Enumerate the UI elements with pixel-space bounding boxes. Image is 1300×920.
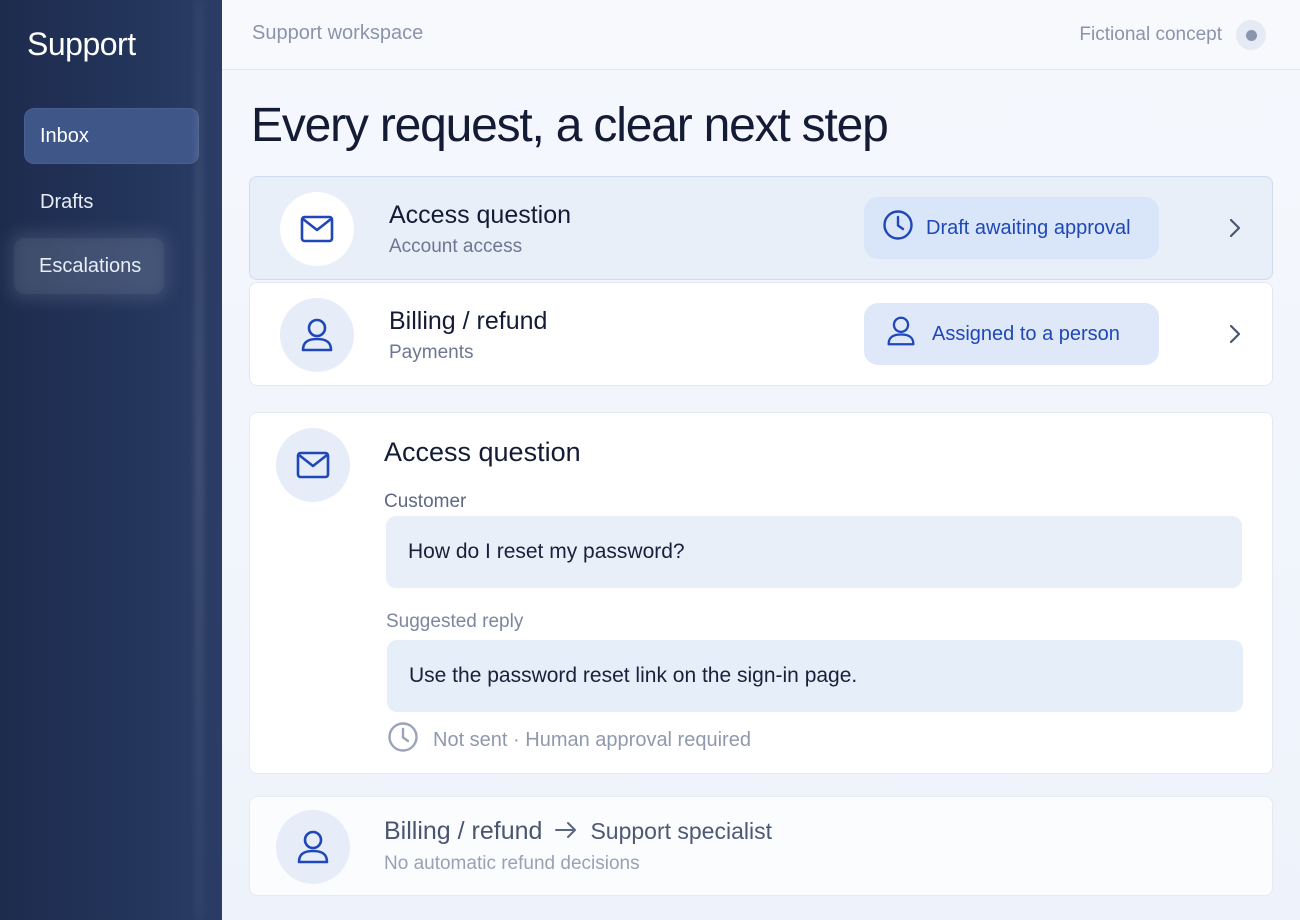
main-content: Support workspace Fictional concept Ever…	[222, 0, 1300, 920]
suggested-reply-label: Suggested reply	[386, 611, 524, 632]
status-dot-icon	[1236, 20, 1266, 50]
sidebar: Support Inbox Drafts Escalations	[0, 0, 222, 920]
status-badge: Draft awaiting approval	[864, 197, 1159, 259]
sidebar-item-escalations[interactable]: Escalations	[14, 238, 164, 294]
chevron-right-icon[interactable]	[1222, 321, 1248, 347]
arrow-right-icon	[554, 817, 578, 846]
request-category: Payments	[389, 342, 474, 363]
workspace-label: Support workspace	[252, 22, 424, 44]
customer-message: How do I reset my password?	[386, 516, 1242, 588]
handoff-route: Billing / refund Support specialist	[384, 817, 772, 846]
clock-icon	[882, 209, 914, 247]
clock-icon	[387, 721, 419, 759]
customer-label: Customer	[384, 491, 467, 512]
status-badge-label: Assigned to a person	[932, 322, 1120, 345]
brand-title: Support	[27, 26, 136, 62]
handoff-card[interactable]: Billing / refund Support specialist No a…	[249, 796, 1273, 896]
sidebar-item-drafts[interactable]: Drafts	[24, 174, 199, 230]
handoff-from: Billing / refund	[384, 817, 543, 845]
page-title: Every request, a clear next step	[251, 99, 889, 152]
mail-icon	[276, 428, 350, 502]
request-detail-card: Access question Customer How do I reset …	[249, 412, 1273, 774]
sidebar-item-inbox[interactable]: Inbox	[24, 108, 199, 164]
status-badge: Assigned to a person	[864, 303, 1159, 365]
request-title: Access question	[389, 201, 572, 229]
mail-icon	[280, 192, 354, 266]
handoff-to: Support specialist	[590, 818, 772, 844]
status-badge-label: Draft awaiting approval	[926, 216, 1131, 239]
request-title: Billing / refund	[389, 307, 548, 335]
send-status-label: Not sent · Human approval required	[433, 728, 751, 751]
detail-title: Access question	[384, 437, 581, 467]
person-icon	[886, 315, 916, 353]
request-category: Account access	[389, 236, 523, 257]
request-row-access-question[interactable]: Access question Account access Draft awa…	[249, 176, 1273, 280]
person-icon	[276, 810, 350, 884]
chevron-right-icon[interactable]	[1222, 215, 1248, 241]
send-status: Not sent · Human approval required	[387, 721, 751, 759]
concept-label: Fictional concept	[1079, 24, 1222, 45]
handoff-note: No automatic refund decisions	[384, 853, 640, 874]
person-icon	[280, 298, 354, 372]
suggested-reply[interactable]: Use the password reset link on the sign-…	[387, 640, 1243, 712]
topbar: Support workspace Fictional concept	[222, 0, 1300, 70]
request-row-billing-refund[interactable]: Billing / refund Payments Assigned to a …	[249, 282, 1273, 386]
